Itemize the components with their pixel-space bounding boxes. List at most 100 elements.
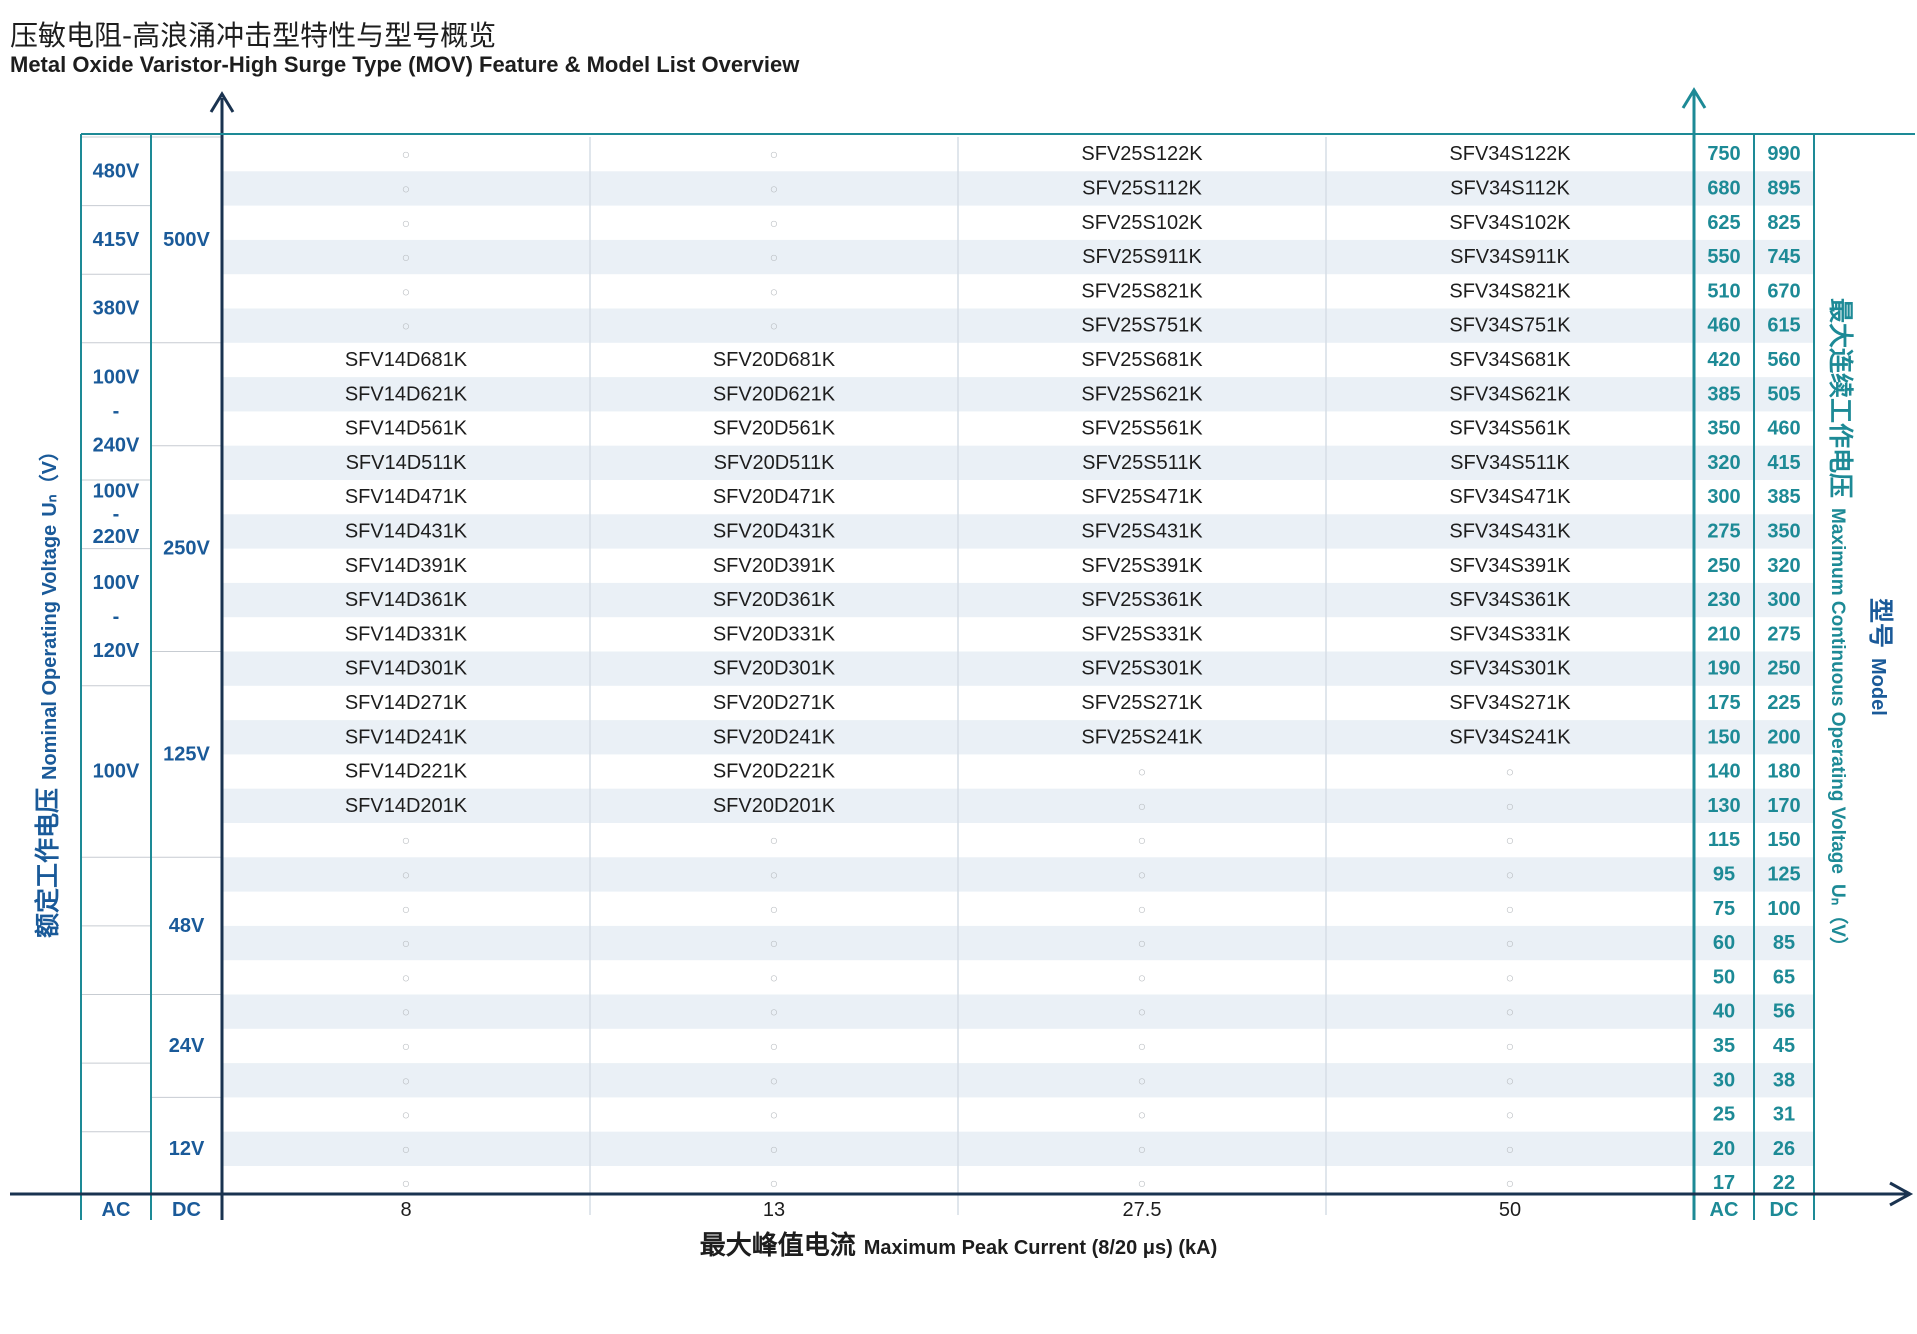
model-cell: SFV14D201K [345, 795, 468, 817]
right-ac-value: 35 [1713, 1035, 1735, 1057]
ac-group-label: 100V [93, 761, 140, 783]
model-label-en: Model [1867, 658, 1889, 716]
empty-cell-marker: ○ [402, 215, 410, 231]
ac-group-label: 100V [93, 480, 140, 502]
ac-group-label: 220V [93, 526, 140, 548]
model-cell: SFV34S621K [1449, 383, 1571, 405]
ac-group-label: 415V [93, 229, 140, 251]
right-ac-value: 210 [1707, 623, 1740, 645]
model-cell: SFV14D431K [345, 520, 468, 542]
model-cell: SFV25S391K [1081, 555, 1203, 577]
empty-cell-marker: ○ [402, 866, 410, 882]
empty-cell-marker: ○ [770, 1107, 778, 1123]
right-ac-value: 140 [1707, 761, 1740, 783]
right-dc-value: 200 [1767, 726, 1800, 748]
model-cell: SFV34S561K [1449, 418, 1571, 440]
model-cell: SFV25S511K [1082, 452, 1202, 474]
model-cell: SFV25S821K [1081, 280, 1203, 302]
ac-group-label: 100V [93, 572, 140, 594]
model-grid-chart: ○ ○ SFV25S122K SFV34S122K 750 990 ○ ○ SFV25S112K… [10, 87, 1915, 1221]
empty-cell-marker: ○ [1506, 1072, 1514, 1088]
model-cell: SFV25S112K [1082, 177, 1202, 199]
empty-cell-marker: ○ [402, 969, 410, 985]
empty-cell-marker: ○ [770, 1004, 778, 1020]
model-cell: SFV20D561K [713, 418, 836, 440]
model-cell: SFV34S102K [1449, 212, 1571, 234]
right-ac-header: AC [1710, 1199, 1739, 1221]
model-cell: SFV34S471K [1449, 486, 1571, 508]
right-dc-value: 990 [1767, 143, 1800, 165]
right-ac-value: 510 [1707, 280, 1740, 302]
right-dc-value: 85 [1773, 932, 1795, 954]
empty-cell-marker: ○ [770, 901, 778, 917]
empty-cell-marker: ○ [402, 1175, 410, 1191]
left-axis-label-cn: 额定工作电压 [33, 787, 62, 938]
model-cell: SFV34S301K [1449, 658, 1571, 680]
right-ac-value: 190 [1707, 658, 1740, 680]
empty-cell-marker: ○ [1506, 798, 1514, 814]
model-cell: SFV20D621K [713, 383, 836, 405]
model-cell: SFV14D221K [345, 761, 468, 783]
model-cell: SFV25S301K [1081, 658, 1203, 680]
model-cell: SFV34S361K [1449, 589, 1571, 611]
ac-group-label: 120V [93, 640, 140, 662]
right-dc-value: 22 [1773, 1172, 1795, 1194]
right-ac-value: 150 [1707, 726, 1740, 748]
left-ac-header: AC [102, 1199, 131, 1221]
right-ac-value: 750 [1707, 143, 1740, 165]
model-cell: SFV25S751K [1081, 315, 1203, 337]
empty-cell-marker: ○ [1506, 969, 1514, 985]
model-axis-label: 型号 Model [1864, 598, 1900, 716]
model-cell: SFV14D361K [345, 589, 468, 611]
model-cell: SFV25S361K [1081, 589, 1203, 611]
model-cell: SFV20D201K [713, 795, 836, 817]
right-dc-value: 560 [1767, 349, 1800, 371]
right-dc-value: 670 [1767, 280, 1800, 302]
empty-cell-marker: ○ [1138, 1072, 1146, 1088]
model-cell: SFV14D681K [345, 349, 468, 371]
empty-cell-marker: ○ [402, 180, 410, 196]
model-cell: SFV25S911K [1082, 246, 1202, 268]
ac-group-label: 380V [93, 298, 140, 320]
right-dc-value: 460 [1767, 418, 1800, 440]
model-cell: SFV25S331K [1081, 623, 1203, 645]
left-dc-header: DC [172, 1199, 201, 1221]
dc-group-label: 12V [169, 1138, 205, 1160]
model-cell: SFV25S241K [1081, 726, 1203, 748]
empty-cell-marker: ○ [770, 180, 778, 196]
x-tick-label: 13 [763, 1199, 785, 1221]
empty-cell-marker: ○ [1506, 1141, 1514, 1157]
right-ac-value: 320 [1707, 452, 1740, 474]
empty-cell-marker: ○ [770, 866, 778, 882]
empty-cell-marker: ○ [402, 1004, 410, 1020]
right-ac-value: 130 [1707, 795, 1740, 817]
empty-cell-marker: ○ [402, 1107, 410, 1123]
model-cell: SFV34S911K [1450, 246, 1570, 268]
right-dc-value: 415 [1767, 452, 1800, 474]
model-cell: SFV20D301K [713, 658, 836, 680]
empty-cell-marker: ○ [770, 969, 778, 985]
dc-group-label: 125V [163, 743, 210, 765]
right-dc-value: 100 [1767, 898, 1800, 920]
model-cell: SFV20D511K [714, 452, 835, 474]
ac-group-label: 240V [93, 434, 140, 456]
model-cell: SFV34S751K [1449, 315, 1571, 337]
right-dc-value: 350 [1767, 520, 1800, 542]
right-dc-value: 825 [1767, 212, 1800, 234]
ac-group-label: - [113, 606, 120, 628]
model-cell: SFV34S112K [1450, 177, 1570, 199]
right-dc-value: 250 [1767, 658, 1800, 680]
empty-cell-marker: ○ [1138, 832, 1146, 848]
empty-cell-marker: ○ [1138, 866, 1146, 882]
right-dc-value: 150 [1767, 829, 1800, 851]
right-ac-value: 680 [1707, 177, 1740, 199]
right-ac-value: 300 [1707, 486, 1740, 508]
dc-group-label: 24V [169, 1035, 205, 1057]
right-ac-value: 175 [1707, 692, 1740, 714]
model-cell: SFV34S331K [1449, 623, 1571, 645]
empty-cell-marker: ○ [1138, 798, 1146, 814]
right-dc-value: 125 [1767, 863, 1800, 885]
right-dc-value: 505 [1767, 383, 1800, 405]
model-cell: SFV14D331K [345, 623, 468, 645]
empty-cell-marker: ○ [1138, 935, 1146, 951]
